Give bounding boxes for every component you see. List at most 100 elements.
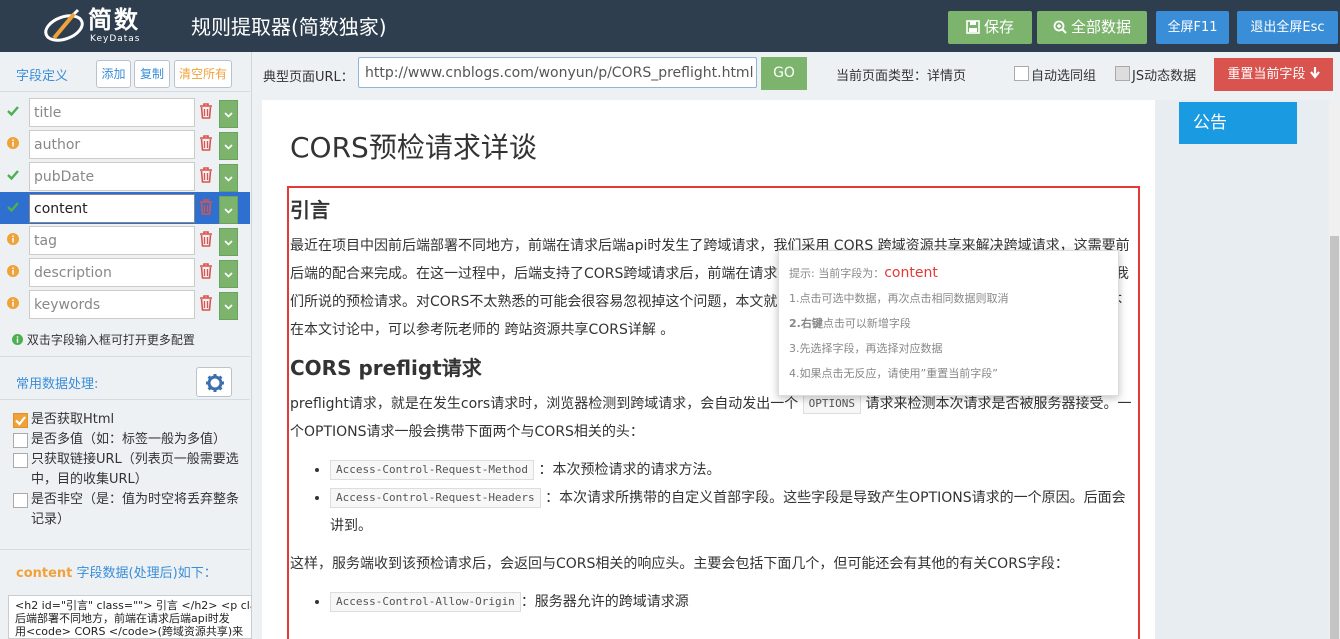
trash-icon[interactable]	[199, 295, 213, 311]
url-bar: 典型页面URL： GO 当前页面类型：详情页 自动选同组 JS动态数据 重置当前…	[253, 52, 1340, 94]
js-dynamic-label: JS动态数据	[1132, 69, 1197, 84]
field-row[interactable]	[0, 128, 250, 160]
trash-icon[interactable]	[199, 231, 213, 247]
processing-option[interactable]: 是否多值（如：标签一般为多值）	[12, 430, 248, 450]
gear-icon	[206, 374, 224, 392]
processing-option[interactable]: 是否获取Html	[12, 410, 248, 430]
processing-option[interactable]: 只获取链接URL（列表页一般需要选中，目的收集URL）	[12, 450, 248, 490]
left-panel: 字段定义 添加 复制 清空所有 双击字段输入框可打开更多配置 常用数据处理: 是…	[0, 52, 252, 639]
check-icon	[7, 106, 19, 117]
reset-field-button[interactable]: 重置当前字段	[1214, 58, 1333, 91]
fullscreen-button[interactable]: 全屏F11	[1156, 11, 1229, 44]
reset-field-label: 重置当前字段	[1227, 67, 1306, 82]
field-name-input[interactable]	[29, 162, 195, 191]
field-name-input[interactable]	[29, 98, 195, 127]
field-row[interactable]	[0, 288, 250, 320]
option-checkbox[interactable]	[13, 413, 28, 428]
trash-icon[interactable]	[199, 103, 213, 119]
js-dynamic-checkbox[interactable]: JS动态数据	[1115, 65, 1196, 84]
logo-mark	[44, 8, 84, 42]
option-checkbox[interactable]	[13, 433, 28, 448]
preview-line: 用<code> CORS </code>(跨域资源共享)来	[15, 625, 244, 638]
trash-icon[interactable]	[199, 199, 213, 215]
save-label: 保存	[983, 18, 1014, 36]
chevron-down-icon	[224, 304, 233, 310]
field-hint-text: 双击字段输入框可打开更多配置	[26, 333, 195, 347]
field-data-header: content 字段数据(处理后)如下：	[0, 549, 250, 589]
check-icon	[15, 416, 26, 426]
chevron-down-icon	[224, 208, 233, 214]
info-icon	[7, 233, 19, 245]
preview-line: 后端部署不同地方，前端在请求后端api时发	[15, 612, 230, 625]
save-icon	[966, 20, 980, 34]
field-dropdown-button[interactable]	[219, 260, 238, 288]
field-data-preview[interactable]: <h2 id="引言" class=""> 引言 </h2> <p class 后…	[8, 595, 252, 639]
field-row[interactable]	[0, 96, 250, 128]
processing-options: 是否获取Html 是否多值（如：标签一般为多值） 只获取链接URL（列表页一般需要选…	[12, 410, 248, 530]
option-label: 是否多值（如：标签一般为多值）	[31, 432, 227, 447]
field-dropdown-button[interactable]	[219, 228, 238, 256]
option-checkbox[interactable]	[13, 493, 28, 508]
exit-fullscreen-button[interactable]: 退出全屏Esc	[1237, 11, 1338, 44]
tooltip-line: 4.如果点击无反应，请使用”重置当前字段”	[789, 367, 998, 380]
field-row[interactable]	[0, 224, 250, 256]
field-data-field: content	[16, 566, 73, 581]
all-data-label: 全部数据	[1070, 18, 1131, 36]
check-icon	[7, 202, 19, 213]
field-dropdown-button[interactable]	[219, 164, 238, 192]
scrollbar-thumb[interactable]	[1330, 236, 1339, 639]
tooltip-prefix: 提示: 当前字段为：	[789, 267, 885, 280]
tooltip-field: content	[884, 265, 938, 281]
auto-group-checkbox[interactable]: 自动选同组	[1014, 65, 1096, 84]
trash-icon[interactable]	[199, 263, 213, 279]
tooltip-line-text: 点击可以新增字段	[822, 317, 911, 330]
go-button[interactable]: GO	[761, 57, 807, 90]
field-row[interactable]	[0, 256, 250, 288]
field-name-input[interactable]	[29, 290, 195, 319]
page-sidebar: 公告	[1155, 100, 1340, 639]
tooltip-emphasis: 2.右键	[789, 317, 823, 330]
trash-icon[interactable]	[199, 135, 213, 151]
tooltip-line: 3.先选择字段，再选择对应数据	[789, 342, 943, 355]
zoom-icon	[1053, 20, 1067, 34]
auto-group-label: 自动选同组	[1031, 69, 1097, 84]
field-name-input[interactable]	[29, 194, 195, 223]
copy-field-button[interactable]: 复制	[134, 60, 170, 88]
option-checkbox[interactable]	[13, 453, 28, 468]
save-button[interactable]: 保存	[948, 11, 1032, 44]
field-name-input[interactable]	[29, 226, 195, 255]
processing-settings-button[interactable]	[196, 367, 232, 397]
trash-icon[interactable]	[199, 167, 213, 183]
url-label: 典型页面URL：	[263, 70, 354, 85]
processing-option[interactable]: 是否非空（是：值为时空将丢弃整条记录）	[12, 490, 248, 530]
page-type: 当前页面类型：详情页	[836, 69, 967, 84]
all-data-button[interactable]: 全部数据	[1037, 11, 1147, 44]
chevron-down-icon	[224, 272, 233, 278]
preview-line: <h2 id="引言" class=""> 引言 </h2> <p class	[15, 599, 252, 612]
add-field-button[interactable]: 添加	[96, 60, 131, 88]
option-label: 只获取链接URL（列表页一般需要选中，目的收集URL）	[31, 452, 239, 487]
field-dropdown-button[interactable]	[219, 292, 238, 320]
arrow-down-icon	[1309, 67, 1320, 79]
field-name-input[interactable]	[29, 258, 195, 287]
auto-group-box[interactable]	[1014, 66, 1029, 81]
field-dropdown-button[interactable]	[219, 100, 238, 128]
url-input[interactable]	[358, 57, 757, 88]
field-data-label: content 字段数据(处理后)如下：	[16, 562, 217, 581]
notice-button[interactable]: 公告	[1179, 102, 1297, 144]
js-dynamic-box[interactable]	[1115, 66, 1130, 81]
article-title[interactable]: CORS预检请求详谈	[290, 126, 537, 166]
top-bar: 简数 KeyDatas 规则提取器(简数独家) 保存 全部数据 全屏F11 退出…	[0, 0, 1340, 52]
chevron-down-icon	[224, 176, 233, 182]
chevron-down-icon	[224, 240, 233, 246]
tooltip-line: 1.点击可选中数据，再次点击相同数据则取消	[789, 292, 1009, 305]
field-name-input[interactable]	[29, 130, 195, 159]
processing-label: 常用数据处理:	[16, 377, 99, 392]
field-dropdown-button[interactable]	[219, 196, 238, 224]
info-icon	[12, 334, 23, 345]
clear-all-button[interactable]: 清空所有	[174, 60, 232, 88]
field-dropdown-button[interactable]	[219, 132, 238, 160]
field-row[interactable]	[0, 192, 250, 224]
field-row[interactable]	[0, 160, 250, 192]
processing-header: 常用数据处理:	[0, 356, 250, 400]
